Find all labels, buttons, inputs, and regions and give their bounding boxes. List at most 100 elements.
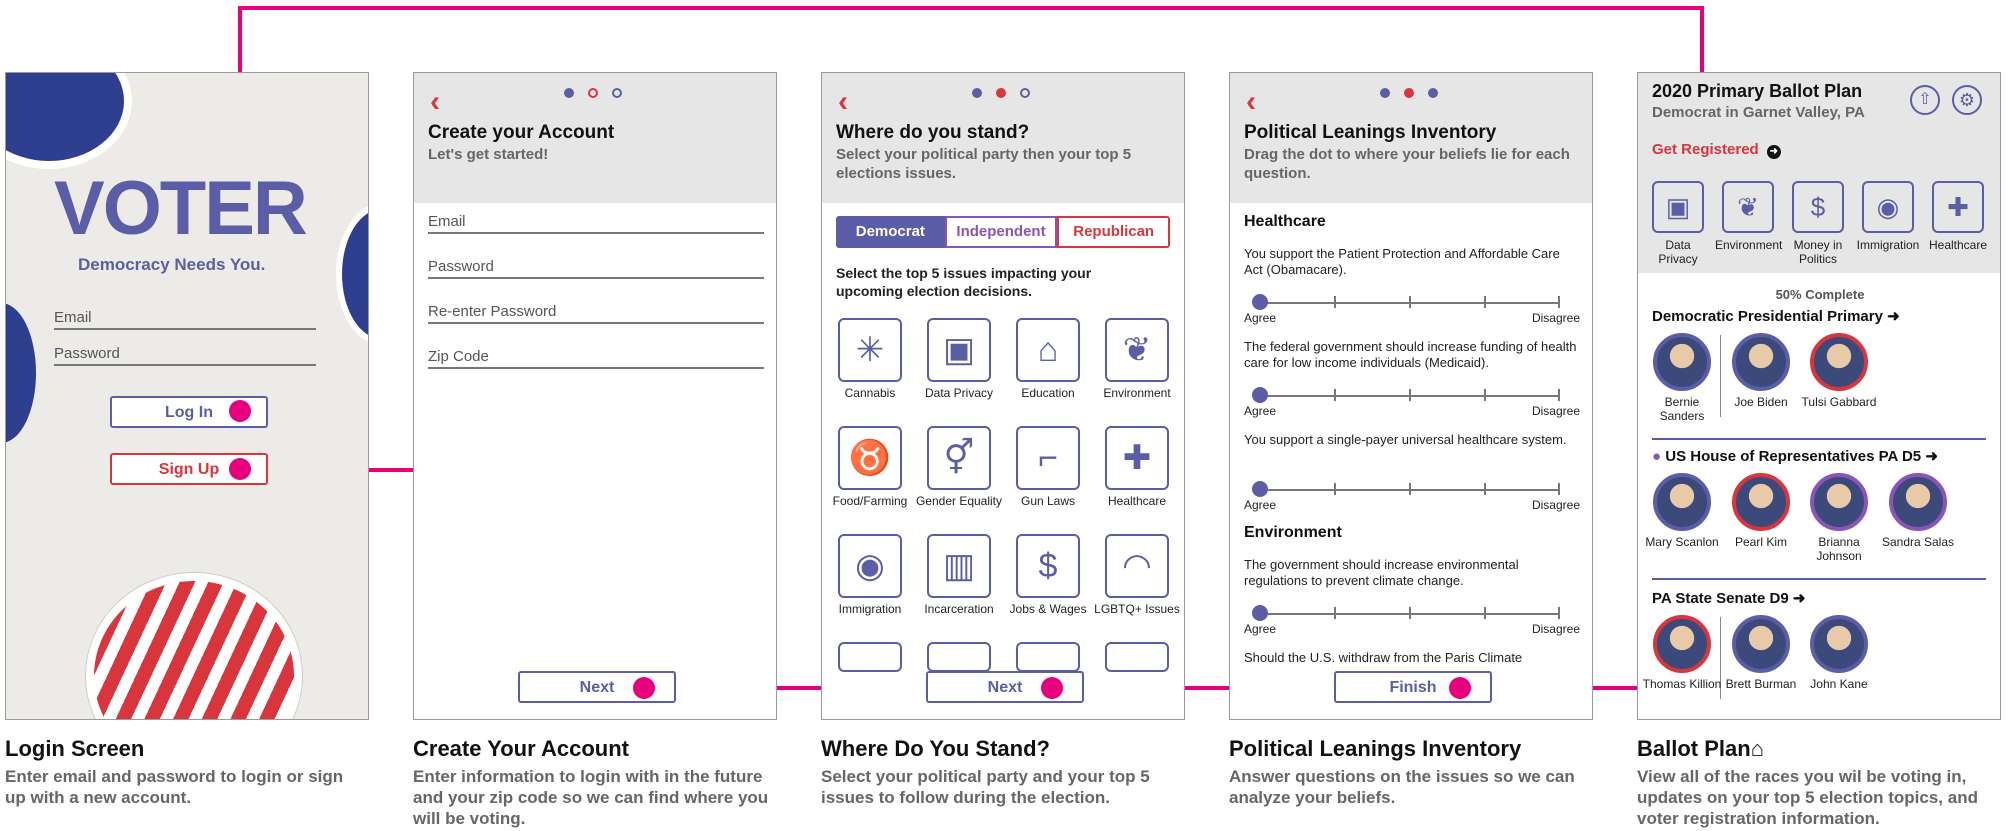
education-icon[interactable]: ⌂ [1016, 318, 1080, 382]
where-do-you-stand-screen: ‹ Where do you stand? Select your politi… [821, 72, 1185, 720]
caption-create-account: Create Your Account Enter information to… [413, 736, 773, 829]
caption-ballot-plan: Ballot Plan⌂ View all of the races you w… [1637, 736, 1997, 829]
issue-tile-partial[interactable] [1105, 642, 1169, 672]
disagree-label: Disagree [1531, 404, 1580, 418]
environment-icon[interactable]: ❦ [1105, 318, 1169, 382]
caption-desc: Select your political party and your top… [821, 767, 1150, 807]
inventory-screen: ‹ Political Leanings Inventory Drag the … [1229, 72, 1593, 720]
party-democrat[interactable]: Democrat [836, 216, 945, 248]
immigration-icon[interactable]: ◉ [1862, 181, 1914, 233]
immigration-icon[interactable]: ◉ [838, 534, 902, 598]
home-icon: ⌂ [1750, 736, 1764, 761]
sticker-voted [86, 573, 302, 719]
party-independent[interactable]: Independent [944, 216, 1058, 248]
data-privacy-icon[interactable]: ▣ [1652, 181, 1704, 233]
password-field[interactable]: Password [54, 345, 316, 366]
issue-label: Gender Equality [915, 494, 1003, 508]
back-icon[interactable]: ‹ [838, 87, 848, 117]
avatar[interactable] [1810, 615, 1868, 673]
topic-label: Immigration [1856, 238, 1920, 252]
caption-desc: Enter information to login with in the f… [413, 767, 769, 828]
topic-label: Data Privacy [1658, 238, 1698, 266]
section-title: Environment [1244, 524, 1342, 541]
candidate-name: Brett Burman [1725, 677, 1797, 691]
share-icon[interactable]: ⇧ [1910, 85, 1940, 115]
slider-knob[interactable] [1252, 294, 1268, 310]
food-farming-icon[interactable]: ♉ [838, 426, 902, 490]
divider [1652, 578, 1986, 580]
caption-title: Login Screen [5, 736, 145, 761]
slider[interactable] [1252, 387, 1560, 403]
gun-laws-icon[interactable]: ⌐ [1016, 426, 1080, 490]
tick [1558, 483, 1560, 495]
email-field[interactable]: Email [428, 213, 764, 234]
caption-title: Political Leanings Inventory [1229, 736, 1522, 761]
issue-tile-partial[interactable] [927, 642, 991, 672]
topic-label: Money in Politics [1793, 238, 1843, 266]
flow-line-top [238, 6, 1704, 10]
data-privacy-icon[interactable]: ▣ [927, 318, 991, 382]
avatar[interactable] [1732, 333, 1790, 391]
disagree-label: Disagree [1531, 498, 1580, 512]
slider[interactable] [1252, 294, 1560, 310]
race-title-label: US House of Representatives PA D5 [1665, 448, 1922, 465]
gender-equality-icon[interactable]: ⚥ [927, 426, 991, 490]
caption-login: Login Screen Enter email and password to… [5, 736, 365, 808]
party-republican[interactable]: Republican [1057, 216, 1171, 248]
slider[interactable] [1252, 481, 1560, 497]
avatar[interactable] [1732, 473, 1790, 531]
avatar[interactable] [1653, 615, 1711, 673]
avatar[interactable] [1810, 473, 1868, 531]
back-icon[interactable]: ‹ [430, 87, 440, 117]
avatar[interactable] [1732, 615, 1790, 673]
slider-knob[interactable] [1252, 605, 1268, 621]
get-registered-link[interactable]: Get Registered ➜ [1652, 141, 1781, 159]
issue-tile-partial[interactable] [1016, 642, 1080, 672]
race-title[interactable]: Democratic Presidential Primary ➜ [1652, 307, 1900, 325]
incarceration-icon[interactable]: ▥ [927, 534, 991, 598]
step-dot [1428, 88, 1438, 98]
issue-tile-partial[interactable] [838, 642, 902, 672]
issue-label: Healthcare [1107, 494, 1167, 508]
zip-code-field[interactable]: Zip Code [428, 348, 764, 369]
avatar[interactable] [1653, 333, 1711, 391]
avatar[interactable] [1810, 333, 1868, 391]
avatar[interactable] [1889, 473, 1947, 531]
environment-icon[interactable]: ❦ [1722, 181, 1774, 233]
jobs-wages-icon[interactable]: $ [1016, 534, 1080, 598]
lgbtq-issues-icon[interactable]: ◠ [1105, 534, 1169, 598]
avatar[interactable] [1653, 473, 1711, 531]
progress-dots [972, 88, 1030, 98]
healthcare-icon[interactable]: ✚ [1105, 426, 1169, 490]
tick [1409, 607, 1411, 619]
get-registered-label: Get Registered [1652, 141, 1759, 158]
candidate-name: Brianna Johnson [1816, 535, 1862, 563]
slider-knob[interactable] [1252, 387, 1268, 403]
issue-label: LGBTQ+ Issues [1094, 602, 1180, 616]
issue-label: Food/Farming [832, 494, 908, 508]
page-title: Where do you stand? [836, 122, 1030, 143]
money-in-politics-icon[interactable]: $ [1792, 181, 1844, 233]
candidate-name: Pearl Kim [1734, 535, 1787, 549]
slider[interactable] [1252, 605, 1560, 621]
tick [1484, 296, 1486, 308]
tick [1558, 296, 1560, 308]
cannabis-icon[interactable]: ✳ [838, 318, 902, 382]
logo: VOTER [54, 166, 308, 251]
caption-title: Create Your Account [413, 736, 629, 761]
race-title[interactable]: PA State Senate D9 ➜ [1652, 589, 1805, 607]
page-title: Create your Account [428, 122, 615, 143]
race-title[interactable]: ● US House of Representatives PA D5 ➜ [1652, 447, 1938, 465]
next-hotspot [1041, 677, 1063, 699]
step-dot [1380, 88, 1390, 98]
gear-icon[interactable]: ⚙ [1952, 85, 1982, 115]
email-field[interactable]: Email [54, 309, 316, 330]
slider-knob[interactable] [1252, 481, 1268, 497]
arrow-circle-icon: ➜ [1925, 448, 1938, 465]
progress-label: 50% Complete [1775, 287, 1865, 302]
healthcare-icon[interactable]: ✚ [1932, 181, 1984, 233]
reenter-password-field[interactable]: Re-enter Password [428, 303, 764, 324]
password-field[interactable]: Password [428, 258, 764, 279]
caption-title: Where Do You Stand? [821, 736, 1050, 761]
back-icon[interactable]: ‹ [1246, 87, 1256, 117]
